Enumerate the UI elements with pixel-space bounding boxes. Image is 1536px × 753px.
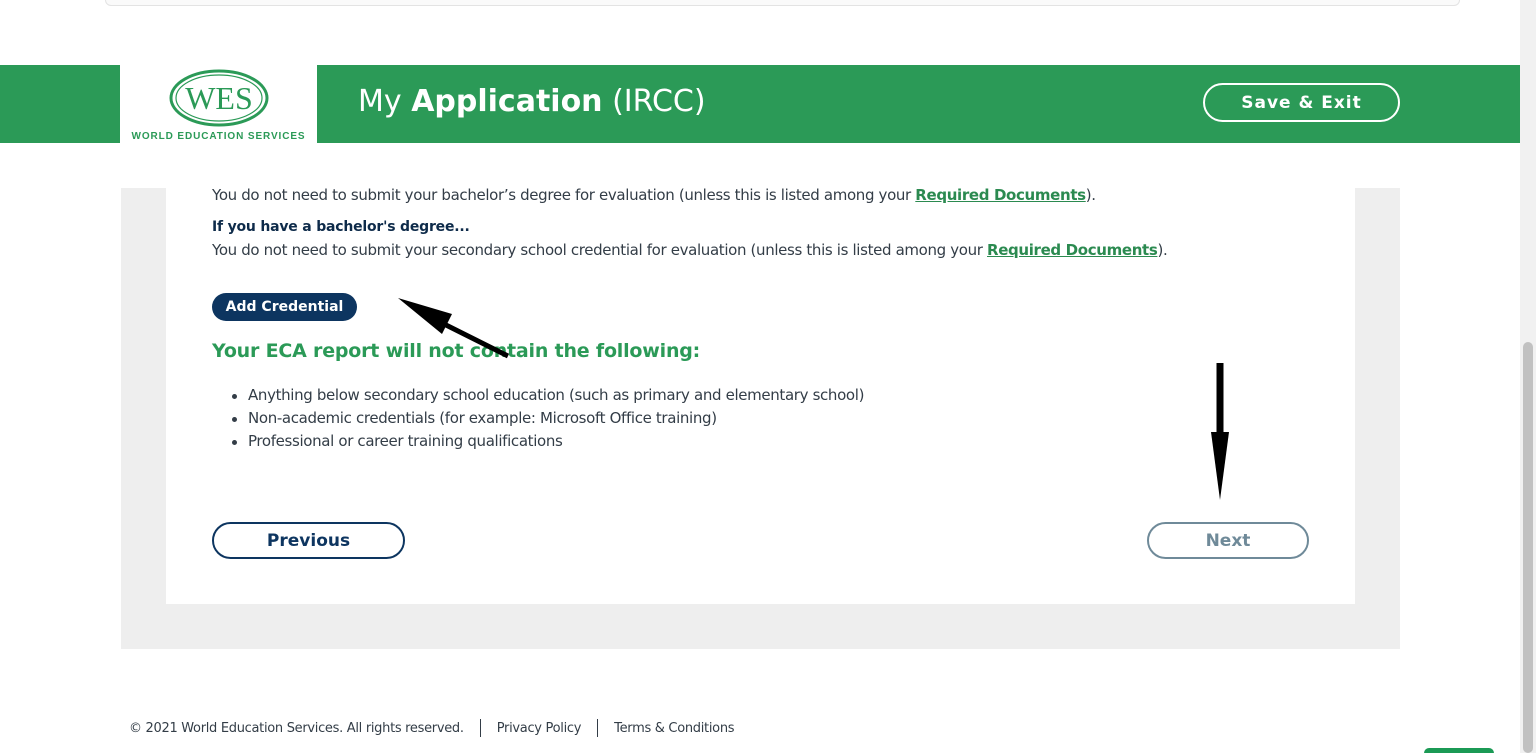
list-item: Non-academic credentials (for example: M… [230, 409, 864, 432]
bachelor-note-text: You do not need to submit your bachelor’… [212, 186, 916, 204]
footer-copyright: © 2021 World Education Services. All rig… [129, 720, 464, 736]
logo-subtitle: WORLD EDUCATION SERVICES [131, 131, 306, 142]
next-button[interactable]: Next [1147, 522, 1309, 559]
eca-heading: Your ECA report will not contain the fol… [212, 340, 701, 362]
bachelor-note: You do not need to submit your bachelor’… [212, 186, 1096, 204]
logo-wordmark: WES [185, 80, 253, 116]
terms-conditions-link[interactable]: Terms & Conditions [614, 721, 734, 736]
secondary-note-end: ). [1157, 241, 1168, 259]
exclusions-list: Anything below secondary school educatio… [230, 386, 864, 455]
privacy-policy-link[interactable]: Privacy Policy [497, 721, 582, 736]
page-title: My Application (IRCC) [358, 84, 706, 119]
secondary-note: You do not need to submit your secondary… [212, 241, 1168, 259]
title-prefix: My [358, 84, 412, 119]
title-bold: Application [411, 84, 603, 119]
wes-logo-emblem-icon: WES [169, 69, 269, 127]
add-credential-button[interactable]: Add Credential [212, 293, 357, 321]
scrollbar-thumb[interactable] [1523, 342, 1533, 753]
required-documents-link-2[interactable]: Required Documents [987, 241, 1158, 259]
save-exit-button[interactable]: Save & Exit [1203, 83, 1400, 122]
list-item: Professional or career training qualific… [230, 432, 864, 455]
scrollbar[interactable] [1520, 0, 1536, 753]
title-suffix: (IRCC) [602, 84, 706, 119]
bachelor-note-end: ). [1085, 186, 1096, 204]
footer-divider [479, 719, 481, 737]
previous-button[interactable]: Previous [212, 522, 405, 559]
help-widget-tab[interactable] [1424, 748, 1494, 753]
secondary-note-text: You do not need to submit your secondary… [212, 241, 988, 259]
footer-divider [597, 719, 599, 737]
bachelor-subheading: If you have a bachelor's degree... [212, 219, 470, 235]
wes-logo[interactable]: WES WORLD EDUCATION SERVICES [120, 65, 317, 145]
browser-address-bar-edge [105, 0, 1460, 6]
list-item: Anything below secondary school educatio… [230, 386, 864, 409]
required-documents-link[interactable]: Required Documents [915, 186, 1086, 204]
footer: © 2021 World Education Services. All rig… [129, 718, 735, 738]
